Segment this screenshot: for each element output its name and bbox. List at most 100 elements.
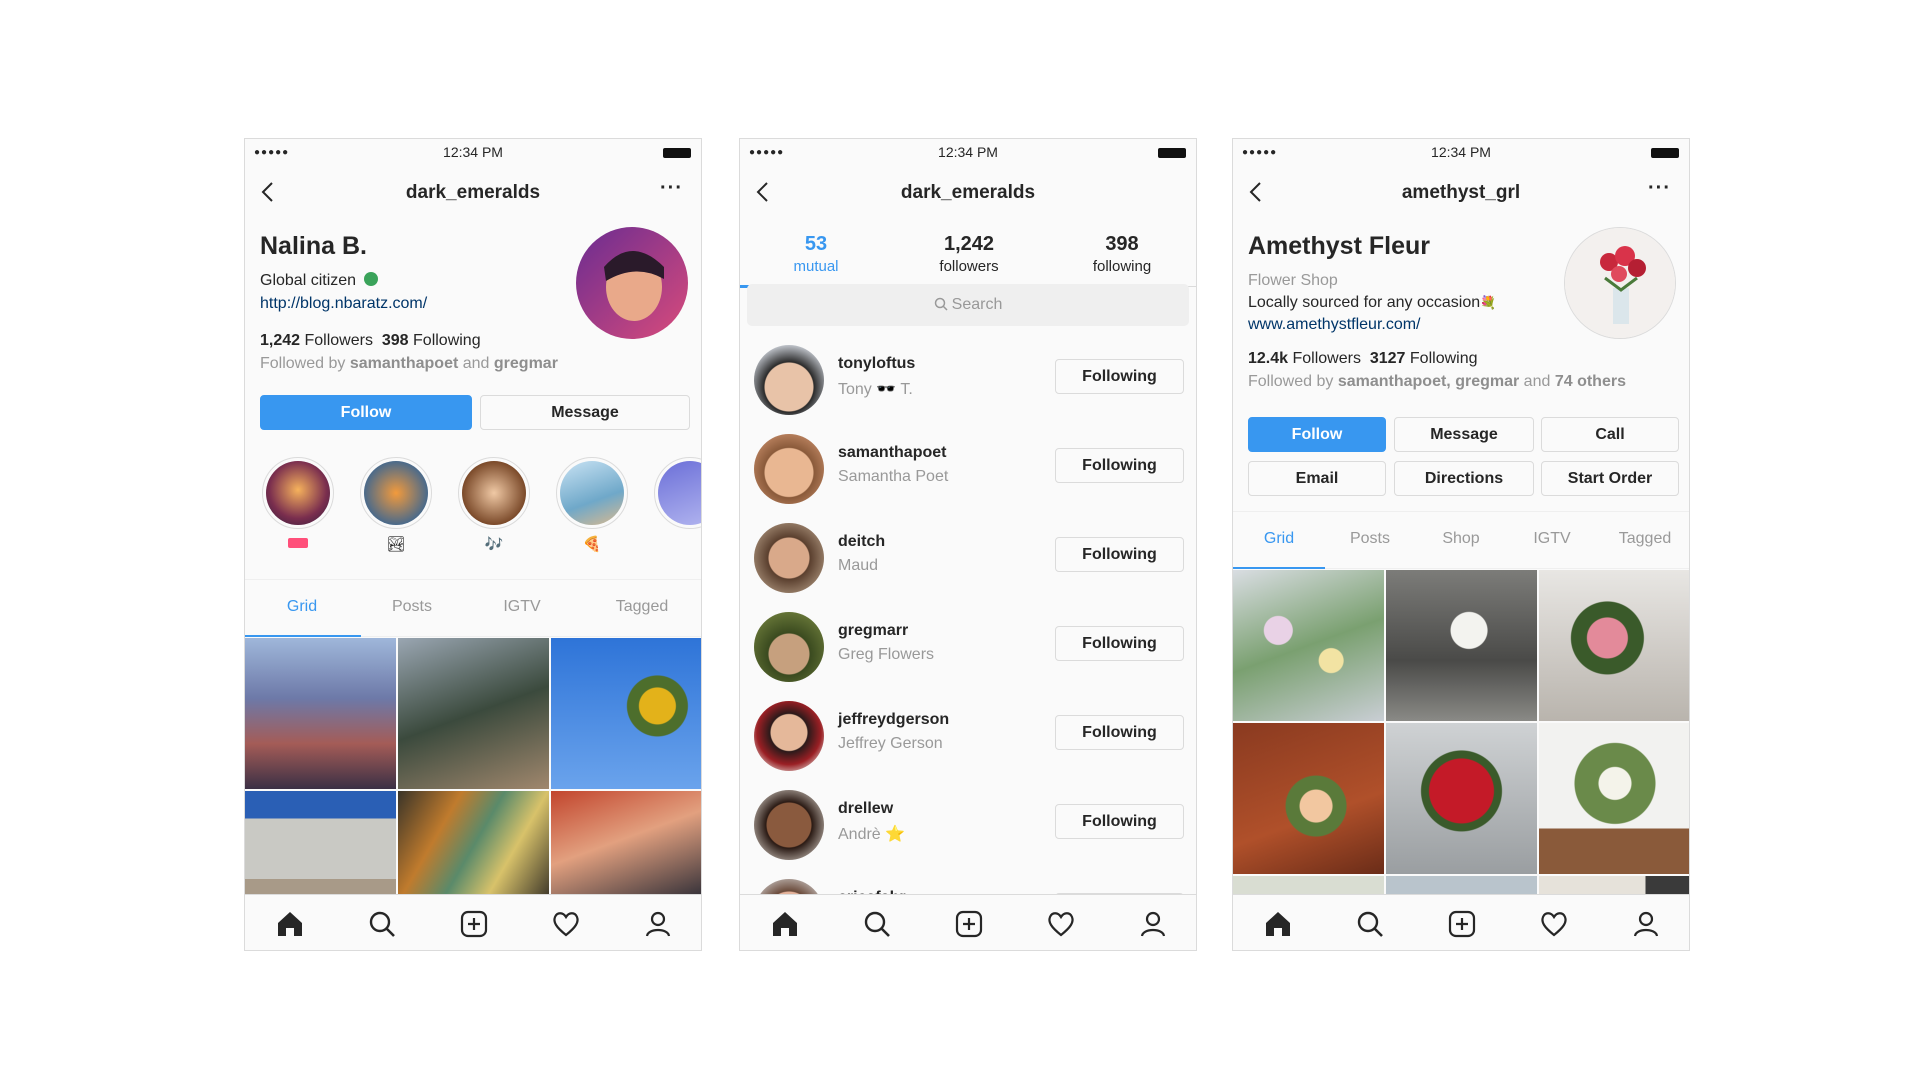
grid-photo[interactable] xyxy=(245,791,396,901)
tab-tagged[interactable]: Tagged xyxy=(600,598,684,616)
story-highlight[interactable] xyxy=(458,457,530,529)
grid-photo[interactable] xyxy=(398,638,549,789)
list-item[interactable]: gregmarr Greg Flowers Following xyxy=(740,604,1196,692)
page-title: amethyst_grl xyxy=(1401,182,1521,203)
message-button[interactable]: Message xyxy=(480,395,690,430)
profile-link[interactable]: http://blog.nbaratz.com/ xyxy=(260,295,427,313)
story-highlight[interactable] xyxy=(262,457,334,529)
username[interactable]: gregmarr xyxy=(838,622,908,640)
list-item[interactable]: jeffreydgerson Jeffrey Gerson Following xyxy=(740,693,1196,781)
followed-by-prefix: Followed by xyxy=(260,355,346,372)
heart-icon[interactable] xyxy=(1539,909,1569,939)
home-icon[interactable] xyxy=(770,909,800,939)
grid-photo[interactable] xyxy=(551,791,701,901)
tab-posts[interactable]: Posts xyxy=(380,598,444,616)
search-icon[interactable] xyxy=(1355,909,1385,939)
following-button[interactable]: Following xyxy=(1055,715,1184,750)
grid-photo[interactable] xyxy=(1386,570,1537,721)
avatar[interactable] xyxy=(754,345,824,415)
profile-icon[interactable] xyxy=(643,909,673,939)
profile-icon[interactable] xyxy=(1138,909,1168,939)
list-item[interactable]: deitch Maud Following xyxy=(740,515,1196,603)
list-item[interactable]: samanthapoet Samantha Poet Following xyxy=(740,426,1196,514)
username[interactable]: samanthapoet xyxy=(838,444,946,462)
grid-photo[interactable] xyxy=(1539,723,1689,874)
following-button[interactable]: Following xyxy=(1055,359,1184,394)
more-options-icon[interactable]: ··· xyxy=(660,177,683,200)
profile-icon[interactable] xyxy=(1631,909,1661,939)
followers-count[interactable]: 1,242 xyxy=(260,332,300,349)
avatar[interactable] xyxy=(754,790,824,860)
tab-igtv[interactable]: IGTV xyxy=(495,598,549,616)
tab-grid[interactable]: Grid xyxy=(1247,530,1311,548)
following-button[interactable]: Following xyxy=(1055,448,1184,483)
avatar[interactable] xyxy=(754,612,824,682)
add-icon[interactable] xyxy=(459,909,489,939)
tab-tagged[interactable]: Tagged xyxy=(1607,530,1683,548)
home-icon[interactable] xyxy=(1263,909,1293,939)
grid-photo[interactable] xyxy=(1233,723,1384,874)
call-button[interactable]: Call xyxy=(1541,417,1679,452)
followed-by-users[interactable]: samanthapoet, gregmar xyxy=(1338,373,1519,390)
avatar[interactable] xyxy=(1564,227,1676,339)
following-label[interactable]: Following xyxy=(413,332,481,349)
search-icon[interactable] xyxy=(862,909,892,939)
search-input[interactable]: Search xyxy=(747,284,1189,326)
story-highlight[interactable] xyxy=(360,457,432,529)
story-highlight[interactable] xyxy=(556,457,628,529)
following-button[interactable]: Following xyxy=(1055,804,1184,839)
tab-mutual[interactable]: 53 mutual xyxy=(751,233,881,275)
followers-label[interactable]: Followers xyxy=(1293,350,1361,367)
following-label[interactable]: Following xyxy=(1410,350,1478,367)
tab-following[interactable]: 398 following xyxy=(1057,233,1187,275)
following-button[interactable]: Following xyxy=(1055,537,1184,572)
followed-by-others[interactable]: 74 others xyxy=(1555,373,1626,390)
home-icon[interactable] xyxy=(275,909,305,939)
avatar[interactable] xyxy=(754,523,824,593)
list-item[interactable]: drellew Andrè ⭐ Following xyxy=(740,782,1196,870)
grid-photo[interactable] xyxy=(1233,570,1384,721)
follow-button[interactable]: Follow xyxy=(1248,417,1386,452)
followed-by-user-1[interactable]: samanthapoet xyxy=(350,355,458,372)
username[interactable]: tonyloftus xyxy=(838,355,915,373)
tab-grid[interactable]: Grid xyxy=(265,598,339,616)
grid-photo[interactable] xyxy=(245,638,396,789)
heart-icon[interactable] xyxy=(1046,909,1076,939)
tab-igtv[interactable]: IGTV xyxy=(1520,530,1584,548)
tab-bar xyxy=(740,894,1196,950)
search-icon[interactable] xyxy=(367,909,397,939)
tab-posts[interactable]: Posts xyxy=(1338,530,1402,548)
story-highlight[interactable] xyxy=(654,457,701,529)
avatar[interactable] xyxy=(754,701,824,771)
grid-photo[interactable] xyxy=(551,638,701,789)
following-count[interactable]: 3127 xyxy=(1370,350,1406,367)
grid-photo[interactable] xyxy=(1539,570,1689,721)
message-button[interactable]: Message xyxy=(1394,417,1534,452)
add-icon[interactable] xyxy=(1447,909,1477,939)
tab-shop[interactable]: Shop xyxy=(1429,530,1493,548)
profile-link[interactable]: www.amethystfleur.com/ xyxy=(1248,316,1421,334)
add-icon[interactable] xyxy=(954,909,984,939)
following-button[interactable]: Following xyxy=(1055,626,1184,661)
followed-by-user-2[interactable]: gregmar xyxy=(494,355,558,372)
profile-counts: 12.4k Followers 3127 Following xyxy=(1248,350,1478,368)
directions-button[interactable]: Directions xyxy=(1394,461,1534,496)
more-options-icon[interactable]: ··· xyxy=(1648,177,1671,200)
heart-icon[interactable] xyxy=(551,909,581,939)
follow-button[interactable]: Follow xyxy=(260,395,472,430)
grid-photo[interactable] xyxy=(398,791,549,901)
email-button[interactable]: Email xyxy=(1248,461,1386,496)
followers-label: followers xyxy=(939,258,999,275)
following-count[interactable]: 398 xyxy=(382,332,409,349)
followers-count[interactable]: 12.4k xyxy=(1248,350,1288,367)
username[interactable]: jeffreydgerson xyxy=(838,711,949,729)
start-order-button[interactable]: Start Order xyxy=(1541,461,1679,496)
tab-followers[interactable]: 1,242 followers xyxy=(904,233,1034,275)
username[interactable]: drellew xyxy=(838,800,893,818)
username[interactable]: deitch xyxy=(838,533,885,551)
grid-photo[interactable] xyxy=(1386,723,1537,874)
avatar[interactable] xyxy=(576,227,688,339)
list-item[interactable]: tonyloftus Tony 🕶️ T. Following xyxy=(740,337,1196,425)
avatar[interactable] xyxy=(754,434,824,504)
followers-label[interactable]: Followers xyxy=(305,332,373,349)
